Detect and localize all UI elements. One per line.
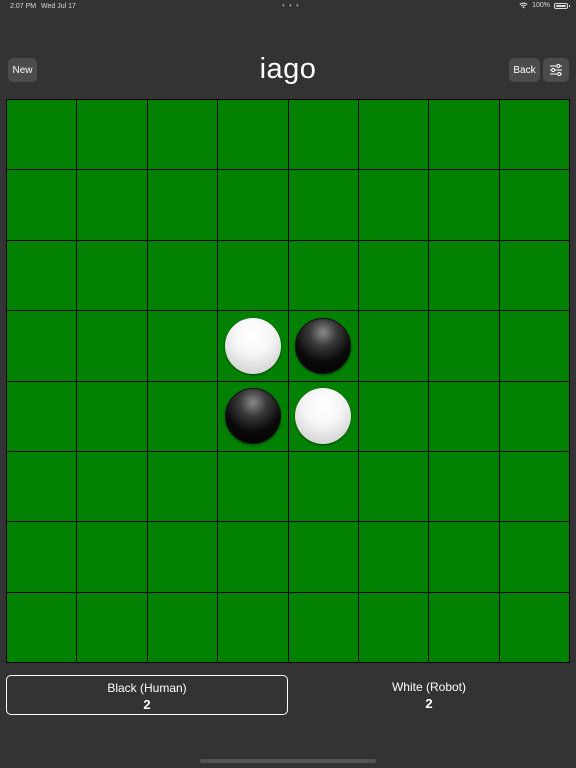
board-cell[interactable] — [147, 381, 218, 451]
board-cell[interactable] — [499, 381, 569, 451]
board-cell[interactable] — [429, 381, 499, 451]
white-player-count: 2 — [425, 696, 433, 711]
white-player-label: White (Robot) — [391, 680, 467, 694]
board-cell[interactable] — [218, 381, 288, 451]
battery-icon — [554, 2, 570, 9]
board-cell[interactable] — [77, 522, 147, 592]
board-cell[interactable] — [7, 451, 77, 522]
home-indicator[interactable] — [200, 759, 376, 763]
status-indicators: 100% — [519, 2, 570, 9]
board-cell[interactable] — [429, 240, 499, 311]
white-player-score: White (Robot) 2 — [288, 675, 570, 715]
board-cell[interactable] — [288, 100, 358, 170]
board-cell[interactable] — [218, 240, 288, 311]
board-cell[interactable] — [77, 100, 147, 170]
board-cell[interactable] — [288, 240, 358, 311]
settings-button[interactable] — [543, 58, 569, 82]
board-cell[interactable] — [77, 170, 147, 240]
board-cell[interactable] — [499, 240, 569, 311]
black-player-score: Black (Human) 2 — [6, 675, 288, 715]
board-cell[interactable] — [499, 592, 569, 662]
board-cell[interactable] — [147, 311, 218, 381]
black-disc — [295, 317, 352, 374]
board-cell[interactable] — [288, 311, 358, 381]
board-cell[interactable] — [288, 381, 358, 451]
black-player-label: Black (Human) — [107, 681, 187, 695]
board-cell[interactable] — [147, 522, 218, 592]
board-cell[interactable] — [358, 381, 429, 451]
board-cell[interactable] — [429, 100, 499, 170]
board-cell[interactable] — [358, 522, 429, 592]
sliders-icon — [550, 64, 562, 76]
board-cell[interactable] — [429, 592, 499, 662]
board-cell[interactable] — [499, 311, 569, 381]
board-cell[interactable] — [358, 311, 429, 381]
board-cell[interactable] — [429, 311, 499, 381]
board-cell[interactable] — [288, 522, 358, 592]
white-disc — [295, 388, 352, 445]
board-cell[interactable] — [288, 170, 358, 240]
board-cell[interactable] — [7, 522, 77, 592]
board-cell[interactable] — [499, 451, 569, 522]
board-cell[interactable] — [147, 240, 218, 311]
board-cell[interactable] — [147, 451, 218, 522]
board-cell[interactable] — [7, 100, 77, 170]
board-cell[interactable] — [7, 592, 77, 662]
board-cell[interactable] — [7, 381, 77, 451]
board-cell[interactable] — [429, 451, 499, 522]
board-cell[interactable] — [358, 592, 429, 662]
board-cell[interactable] — [358, 170, 429, 240]
board-cell[interactable] — [77, 381, 147, 451]
board-cell[interactable] — [77, 311, 147, 381]
board-cell[interactable] — [499, 100, 569, 170]
board-cell[interactable] — [218, 451, 288, 522]
board-cell[interactable] — [288, 451, 358, 522]
board-cell[interactable] — [218, 522, 288, 592]
board-cell[interactable] — [77, 240, 147, 311]
board-cell[interactable] — [147, 100, 218, 170]
black-player-count: 2 — [143, 697, 151, 712]
board-cell[interactable] — [429, 170, 499, 240]
board-cell[interactable] — [429, 522, 499, 592]
board-cell[interactable] — [218, 170, 288, 240]
battery-percentage: 100% — [532, 2, 550, 9]
board-cell[interactable] — [147, 592, 218, 662]
battery-level — [556, 4, 566, 7]
white-disc — [224, 317, 281, 374]
board-cell[interactable] — [288, 592, 358, 662]
board-cell[interactable] — [7, 311, 77, 381]
board-cell[interactable] — [7, 170, 77, 240]
multitasking-dots[interactable]: • • • — [282, 1, 300, 10]
board-cell[interactable] — [358, 451, 429, 522]
board-cell[interactable] — [358, 100, 429, 170]
board-cell[interactable] — [77, 451, 147, 522]
board-cell[interactable] — [147, 170, 218, 240]
board-cell[interactable] — [77, 592, 147, 662]
board-cell[interactable] — [499, 170, 569, 240]
board-cell[interactable] — [358, 240, 429, 311]
status-bar: 2:07 PM Wed Jul 17 • • • 100% — [0, 0, 576, 14]
board-cell[interactable] — [499, 522, 569, 592]
status-time: 2:07 PM — [10, 3, 37, 10]
board-cell[interactable] — [218, 592, 288, 662]
board-cell[interactable] — [7, 240, 77, 311]
black-disc — [224, 388, 281, 445]
game-board[interactable] — [6, 99, 570, 663]
status-date: Wed Jul 17 — [41, 3, 76, 10]
wifi-icon — [519, 2, 528, 9]
back-button[interactable]: Back — [509, 58, 540, 82]
board-cell[interactable] — [218, 100, 288, 170]
page-title: iago — [259, 53, 317, 85]
board-cell[interactable] — [218, 311, 288, 381]
